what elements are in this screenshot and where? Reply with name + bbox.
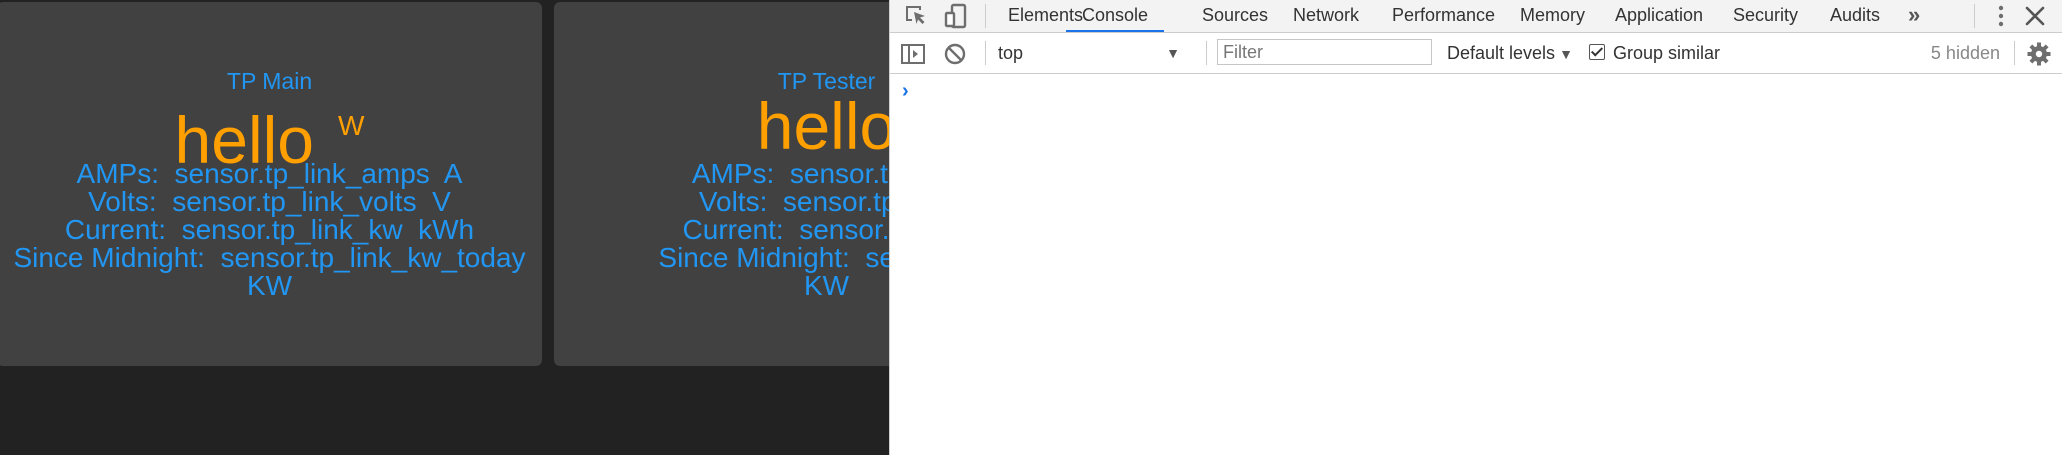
more-tabs-button[interactable]: »: [1908, 0, 1920, 32]
hello-unit: W: [338, 110, 365, 141]
console-toolbar: top ▼ Default levels▼ Group similar 5 hi…: [890, 33, 2062, 74]
current-line: Current: sensor.tp_link_kw kWh: [64, 214, 475, 245]
dropdown-arrow-icon: ▼: [1559, 46, 1573, 62]
tab-console[interactable]: Console: [1066, 0, 1165, 32]
sensor-lines: AMPs: sensor.tp_link_amps A Volts: senso…: [0, 160, 542, 300]
checkbox-checked-icon[interactable]: [1589, 44, 1605, 60]
kw-unit-line: KW: [246, 270, 293, 301]
tab-memory[interactable]: Memory: [1520, 0, 1585, 32]
tab-network[interactable]: Network: [1293, 0, 1359, 32]
gear-icon[interactable]: [2026, 41, 2052, 67]
tabbar-divider: [1974, 4, 1975, 28]
devtools-tabbar: Elements Console Sources Network Perform…: [890, 0, 2062, 33]
since-midnight-line: Since Midnight: sensor.tp_: [658, 242, 889, 273]
dashboard-area: TP Main hello W AMPs: sensor.tp_link_amps…: [0, 0, 889, 455]
clear-console-icon[interactable]: [942, 41, 968, 67]
tab-security[interactable]: Security: [1733, 0, 1798, 32]
group-similar-label: Group similar: [1613, 43, 1721, 63]
device-toolbar-icon[interactable]: [942, 2, 970, 30]
dropdown-arrow-icon: ▼: [1166, 45, 1180, 61]
inspect-element-icon[interactable]: [902, 2, 930, 30]
log-levels-label: Default levels: [1447, 43, 1556, 63]
volts-line: Volts: sensor.tp_link_volts V: [88, 186, 451, 217]
sensor-lines: AMPs: sensor.tp_link Volts: sensor.tp_li…: [554, 160, 889, 300]
context-value: top: [998, 43, 1024, 63]
tabbar-divider: [985, 4, 986, 28]
amps-line: AMPs: sensor.tp_link: [691, 158, 889, 189]
filter-input[interactable]: [1217, 39, 1432, 65]
card-tp-tester[interactable]: TP Tester hello AMPs: sensor.tp_link Vol…: [554, 2, 889, 366]
current-line: Current: sensor.tp_link: [682, 214, 889, 245]
amps-line: AMPs: sensor.tp_link_amps A: [76, 158, 463, 189]
toolbar-divider: [2014, 41, 2015, 65]
console-output[interactable]: ›: [890, 74, 2062, 455]
log-levels-dropdown[interactable]: Default levels ▼: [1447, 39, 1573, 67]
tab-audits[interactable]: Audits: [1830, 0, 1880, 32]
kw-unit-line: KW: [803, 270, 850, 301]
close-icon[interactable]: [2021, 2, 2049, 30]
kebab-menu-icon[interactable]: [1987, 2, 2015, 30]
toolbar-divider: [1206, 41, 1207, 65]
console-prompt[interactable]: ›: [902, 80, 909, 103]
context-selector[interactable]: top ▼: [998, 39, 1188, 67]
since-midnight-line: Since Midnight: sensor.tp_link_kw_today: [13, 242, 526, 273]
group-similar-toggle[interactable]: Group similar: [1589, 39, 1720, 67]
sidebar-toggle-icon[interactable]: [900, 41, 926, 67]
tab-application[interactable]: Application: [1615, 0, 1703, 32]
card-tp-main[interactable]: TP Main hello W AMPs: sensor.tp_link_amps…: [0, 2, 542, 366]
volts-line: Volts: sensor.tp_link: [698, 186, 889, 217]
card-hello-value: hello: [554, 88, 889, 164]
toolbar-divider: [985, 41, 986, 65]
tab-performance[interactable]: Performance: [1392, 0, 1495, 32]
screen: TP Main hello W AMPs: sensor.tp_link_amps…: [0, 0, 2062, 455]
devtools-panel: Elements Console Sources Network Perform…: [889, 0, 2062, 455]
tab-sources[interactable]: Sources: [1202, 0, 1268, 32]
hidden-messages-count: 5 hidden: [1930, 43, 2000, 63]
hello-text: hello: [756, 89, 889, 163]
